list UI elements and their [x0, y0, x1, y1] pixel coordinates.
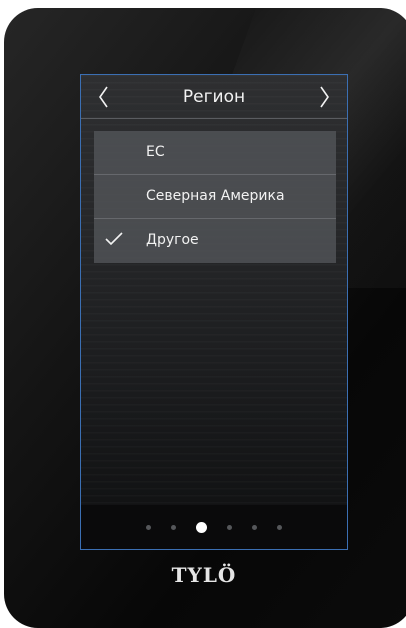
- region-list: EC Северная Америка Другое: [94, 131, 336, 263]
- region-option-ec[interactable]: EC: [94, 131, 336, 175]
- region-option-other[interactable]: Другое: [94, 219, 336, 263]
- page-indicator: [81, 505, 347, 549]
- screen-header: Регион: [81, 75, 347, 119]
- page-dot[interactable]: [146, 524, 151, 530]
- page-dot[interactable]: [252, 524, 257, 530]
- region-option-label: Другое: [146, 232, 199, 248]
- page-title: Регион: [182, 87, 246, 107]
- page-indicator-bar: [81, 505, 347, 549]
- region-option-north-america[interactable]: Северная Америка: [94, 175, 336, 219]
- tylo-logo: TYLÖ: [171, 563, 237, 587]
- region-option-label: EC: [146, 144, 165, 160]
- region-option-label: Северная Америка: [146, 188, 285, 204]
- page-dot[interactable]: [171, 524, 176, 530]
- page-dot-active[interactable]: [196, 521, 207, 533]
- touch-screen: Регион EC Северная Америка Другое: [80, 74, 348, 550]
- checkmark-icon: [105, 232, 123, 246]
- chevron-right-icon: [320, 86, 329, 108]
- page-dot[interactable]: [277, 524, 282, 530]
- next-button[interactable]: [314, 83, 336, 111]
- page-dot[interactable]: [227, 524, 232, 530]
